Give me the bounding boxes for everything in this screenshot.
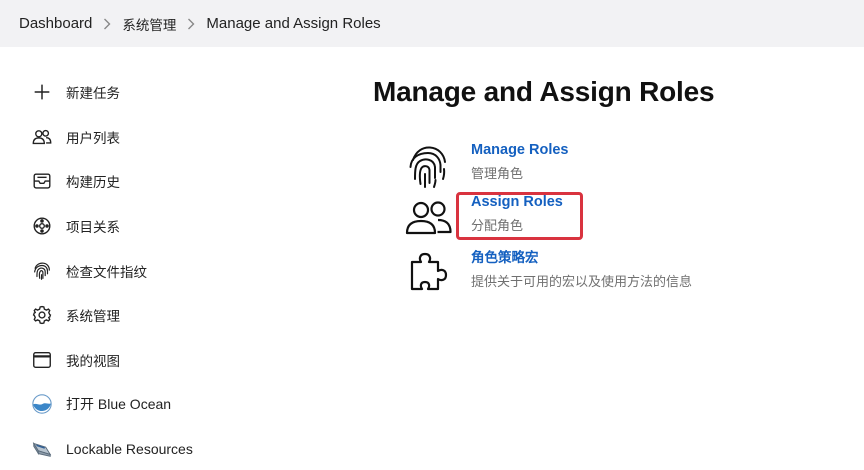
plus-icon <box>30 80 54 104</box>
inbox-icon <box>30 169 54 193</box>
assign-roles-description: 分配角色 <box>471 219 524 234</box>
people-icon[interactable] <box>404 194 454 244</box>
sidebar-item-project-relationship[interactable]: 项目关系 <box>30 212 310 240</box>
sidebar-item-label: 新建任务 <box>66 86 120 102</box>
manage-roles-description: 管理角色 <box>471 167 524 182</box>
sidebar-item-lockable-resources[interactable]: Lockable Resources <box>30 435 310 463</box>
sidebar-item-label: 用户列表 <box>66 131 120 147</box>
sidebar-item-new-task[interactable]: 新建任务 <box>30 78 310 106</box>
manage-roles-link[interactable]: Manage Roles <box>471 142 569 158</box>
breadcrumb-system-management[interactable]: 系统管理 <box>122 14 176 34</box>
role-strategy-macros-item: 角色策略宏 提供关于可用的宏以及使用方法的信息 <box>404 246 724 296</box>
sidebar-item-label: 系统管理 <box>66 309 120 325</box>
sidebar-item-label: Lockable Resources <box>66 441 193 457</box>
manage-roles-item: Manage Roles 管理角色 <box>404 142 724 192</box>
breadcrumb-dashboard[interactable]: Dashboard <box>19 15 92 32</box>
fingerprint-icon[interactable] <box>404 142 454 192</box>
puzzle-icon[interactable] <box>404 246 454 296</box>
people-icon <box>30 125 54 149</box>
assign-roles-item: Assign Roles 分配角色 <box>404 194 724 244</box>
breadcrumb: Dashboard 系统管理 Manage and Assign Roles <box>0 0 864 47</box>
sidebar-item-build-history[interactable]: 构建历史 <box>30 167 310 195</box>
sidebar-item-label: 构建历史 <box>66 175 120 191</box>
role-strategy-macros-link[interactable]: 角色策略宏 <box>471 246 692 266</box>
role-strategy-macros-description: 提供关于可用的宏以及使用方法的信息 <box>471 275 693 290</box>
sidebar-item-check-fingerprint[interactable]: 检查文件指纹 <box>30 257 310 285</box>
sidebar-item-my-views[interactable]: 我的视图 <box>30 346 310 374</box>
sidebar-item-label: 检查文件指纹 <box>66 265 147 281</box>
lockable-resources-icon <box>30 437 54 461</box>
assign-roles-link[interactable]: Assign Roles <box>471 194 563 210</box>
page-title: Manage and Assign Roles <box>373 76 715 107</box>
sidebar-item-label: 打开 Blue Ocean <box>66 396 172 412</box>
chevron-right-icon <box>176 14 206 34</box>
blue-ocean-icon <box>30 392 54 416</box>
sidebar-item-blue-ocean[interactable]: 打开 Blue Ocean <box>30 390 310 418</box>
gear-icon <box>30 303 54 327</box>
sidebar-item-label: 项目关系 <box>66 220 120 236</box>
sidebar-item-label: 我的视图 <box>66 354 120 370</box>
relationship-icon <box>30 214 54 238</box>
chevron-right-icon <box>92 14 122 34</box>
breadcrumb-current-page[interactable]: Manage and Assign Roles <box>206 15 380 32</box>
sidebar-item-system-management[interactable]: 系统管理 <box>30 301 310 329</box>
fingerprint-icon <box>30 259 54 283</box>
window-icon <box>30 348 54 372</box>
sidebar-item-user-list[interactable]: 用户列表 <box>30 123 310 151</box>
